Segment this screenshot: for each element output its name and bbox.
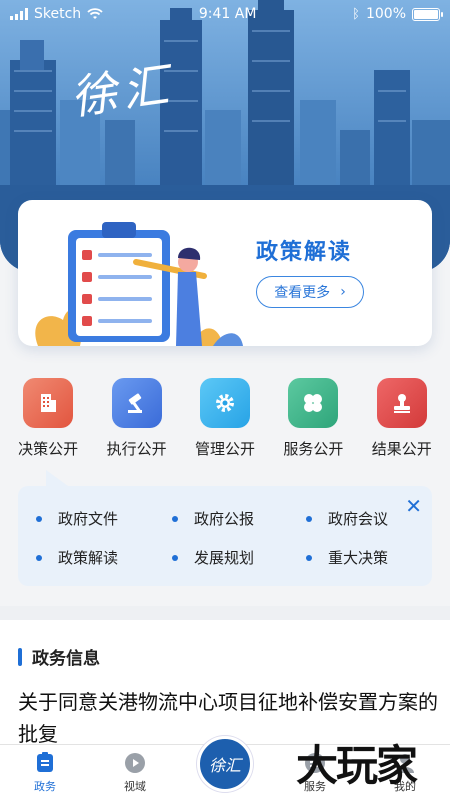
quick-entry-service[interactable]: 服务公开 [272, 378, 354, 459]
policy-card-title: 政策解读 [256, 240, 353, 265]
tab-label: 政务 [34, 780, 56, 793]
bullet-icon [36, 554, 42, 561]
quick-entry-management[interactable]: 管理公开 [184, 378, 266, 459]
submenu-label: 重大决策 [328, 549, 389, 567]
policy-interpretation-card[interactable]: 政策解读 查看更多 › [18, 200, 432, 346]
bullet-icon [172, 554, 178, 561]
status-bar: Sketch 9:41 AM ᛒ 100% [0, 0, 450, 28]
bullet-icon [306, 515, 312, 522]
signal-icon [10, 8, 28, 20]
submenu-item[interactable]: 政策解读 [36, 547, 172, 568]
stamp-icon [393, 394, 410, 413]
submenu-label: 政府公报 [194, 510, 255, 528]
quick-entry-execution[interactable]: 执行公开 [96, 378, 178, 459]
view-more-button[interactable]: 查看更多 › [256, 276, 364, 308]
tab-label: 视域 [124, 780, 146, 793]
battery-icon [412, 7, 443, 21]
logo-icon: 徐汇 [197, 736, 253, 792]
submenu-item[interactable]: 发展规划 [172, 547, 306, 568]
carrier-label: Sketch [34, 6, 82, 22]
building-icon [41, 394, 57, 412]
submenu-item[interactable]: 政府文件 [36, 508, 172, 529]
submenu-item[interactable]: 重大决策 [306, 547, 416, 568]
quick-entry-row: 决策公开 执行公开 管理公开 服务公开 结果公开 [0, 378, 450, 459]
submenu-label: 政策解读 [58, 549, 119, 567]
quick-entry-label: 决策公开 [18, 440, 79, 458]
document-icon [37, 752, 53, 772]
quick-entry-result[interactable]: 结果公开 [361, 378, 443, 459]
quick-entry-label: 服务公开 [283, 440, 344, 458]
submenu-item[interactable]: 政府会议 [306, 508, 416, 529]
logo-text: 徐汇 [208, 756, 241, 775]
status-time: 9:41 AM [198, 6, 257, 22]
section-header: 政务信息 [18, 644, 100, 669]
gear-icon [215, 394, 234, 412]
submenu-label: 政府文件 [58, 510, 119, 528]
section-accent-bar [18, 647, 22, 666]
bullet-icon [172, 515, 178, 522]
quick-entry-decision[interactable]: 决策公开 [7, 378, 89, 459]
watermark-text: 大玩家 [296, 741, 418, 790]
bluetooth-icon: ᛒ [352, 6, 360, 22]
clipboard-illustration [35, 222, 243, 346]
tab-video[interactable]: 视域 [100, 752, 170, 794]
submenu-label: 政府会议 [328, 510, 389, 528]
quick-entry-label: 执行公开 [106, 440, 167, 458]
wifi-icon [87, 8, 103, 19]
submenu-panel: ✕ 政府文件 政府公报 政府会议 政策解读 发展规划 重大决策 [18, 470, 432, 586]
submenu-item[interactable]: 政府公报 [172, 508, 306, 529]
battery-percent: 100% [365, 6, 406, 22]
view-more-label: 查看更多 [274, 285, 331, 301]
chevron-right-icon: › [340, 284, 346, 300]
quick-entry-label: 管理公开 [194, 440, 255, 458]
gavel-icon [127, 393, 142, 413]
submenu-label: 发展规划 [194, 549, 255, 567]
clover-icon [304, 394, 323, 412]
bullet-icon [306, 554, 312, 561]
tab-home-logo[interactable]: 徐汇 [190, 736, 260, 792]
quick-entry-label: 结果公开 [371, 440, 432, 458]
bullet-icon [36, 515, 42, 522]
section-title: 政务信息 [32, 649, 100, 669]
tab-government[interactable]: 政务 [10, 752, 80, 794]
play-icon [125, 753, 145, 773]
section-divider [0, 606, 450, 620]
